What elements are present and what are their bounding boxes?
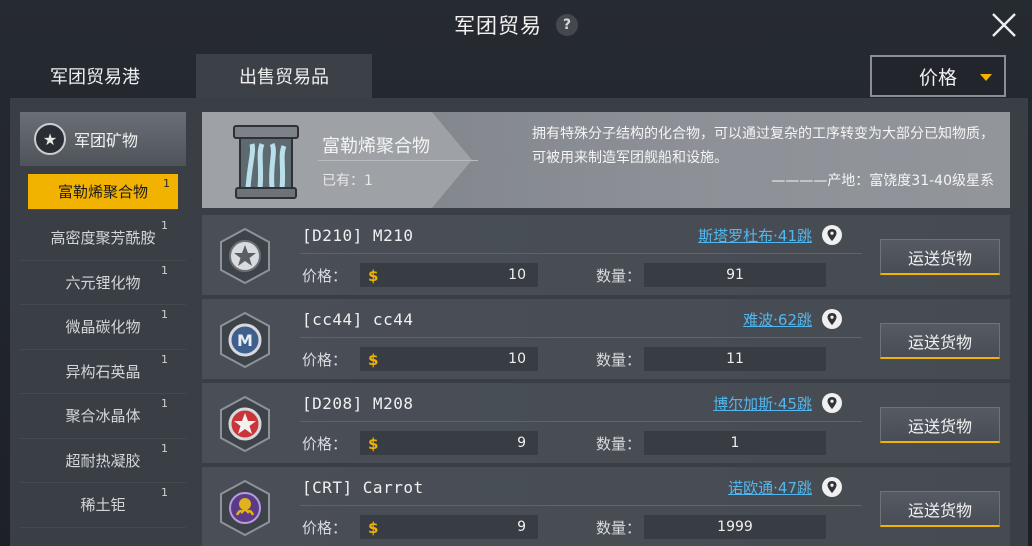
location-pin-icon[interactable] <box>822 393 842 413</box>
quantity-value: 1999 <box>644 515 826 539</box>
quantity-label: 数量： <box>596 519 642 537</box>
svg-text:M: M <box>237 331 253 350</box>
price-label: 价格： <box>302 351 348 369</box>
price-value: 10 <box>360 263 538 287</box>
sidebar-item[interactable]: 高密度聚芳酰胺 1 <box>20 216 186 261</box>
legion-name: [D210] M210 <box>302 226 414 245</box>
trade-list: [D210] M210 斯塔罗杜布·41跳 价格： 10 $ 数量： 91 运送… <box>202 215 1010 546</box>
coin-icon: $ <box>368 435 379 453</box>
sidebar-item-label: 异构石英晶 <box>65 362 141 381</box>
owned-count: 已有：1 <box>322 173 373 189</box>
sidebar-item-label: 富勒烯聚合物 <box>57 183 148 201</box>
legion-name: [D208] M208 <box>302 394 414 413</box>
sidebar: ★ 军团矿物 富勒烯聚合物 1 高密度聚芳酰胺 1 六元锂化物 1 微晶碳化物 … <box>20 112 186 546</box>
trade-row: [D210] M210 斯塔罗杜布·41跳 价格： 10 $ 数量： 91 运送… <box>202 215 1010 295</box>
ship-goods-button[interactable]: 运送货物 <box>880 407 1000 443</box>
header: 军团贸易 ? <box>0 0 1032 50</box>
sort-dropdown[interactable]: 价格 <box>870 55 1006 97</box>
sidebar-item[interactable]: 六元锂化物 1 <box>20 261 186 305</box>
sidebar-item-count: 1 <box>161 352 168 366</box>
sort-label: 价格 <box>918 66 957 89</box>
trade-row: M [cc44] cc44 难波·62跳 价格： 10 $ 数量： 11 运送货… <box>202 299 1010 379</box>
price-label: 价格： <box>302 267 348 285</box>
price-label: 价格： <box>302 435 348 453</box>
sidebar-item-label: 六元锂化物 <box>65 273 141 292</box>
coin-icon: $ <box>368 267 379 285</box>
fullerene-canister-icon <box>233 125 299 199</box>
quantity-label: 数量： <box>596 435 642 453</box>
sidebar-item-label: 稀土钜 <box>80 496 126 515</box>
sidebar-item[interactable]: 超耐热凝胶 1 <box>20 439 186 483</box>
coin-icon: $ <box>368 519 379 537</box>
sidebar-item-label: 微晶碳化物 <box>65 318 141 337</box>
item-list: 富勒烯聚合物 1 高密度聚芳酰胺 1 六元锂化物 1 微晶碳化物 1 异构石英晶… <box>20 168 186 528</box>
quantity-value: 1 <box>644 431 826 455</box>
legion-emblem-red-star-icon <box>220 395 270 453</box>
route-link[interactable]: 博尔加斯·45跳 <box>713 393 812 414</box>
price-label: 价格： <box>302 519 348 537</box>
sidebar-item[interactable]: 稀土钜 1 <box>20 483 186 528</box>
quantity-value: 11 <box>644 347 826 371</box>
page-title: 军团贸易 <box>454 14 542 38</box>
sidebar-item-count: 1 <box>161 397 168 410</box>
category-header[interactable]: ★ 军团矿物 <box>20 112 186 166</box>
sidebar-item-label: 超耐热凝胶 <box>65 451 141 470</box>
sidebar-item-count: 1 <box>161 219 168 232</box>
route-link[interactable]: 难波·62跳 <box>743 309 812 330</box>
dropdown-arrow-icon <box>980 74 992 81</box>
sidebar-item-count: 1 <box>163 177 170 190</box>
sidebar-item[interactable]: 微晶碳化物 1 <box>20 305 186 350</box>
sidebar-item-count: 1 <box>161 308 168 321</box>
legion-emblem-m-icon: M <box>220 311 270 369</box>
legion-name: [CRT] Carrot <box>302 478 424 497</box>
help-icon[interactable]: ? <box>556 14 578 36</box>
star-icon: ★ <box>34 123 66 155</box>
quantity-value: 91 <box>644 263 826 287</box>
item-description: 拥有特殊分子结构的化合物，可以通过复杂的工序转变为大部分已知物质，可被用来制造军… <box>532 126 994 166</box>
trade-row: [D208] M208 博尔加斯·45跳 价格： 9 $ 数量： 1 运送货物 <box>202 383 1010 463</box>
legion-name: [cc44] cc44 <box>302 310 414 329</box>
sidebar-item-count: 1 <box>161 441 168 455</box>
sidebar-item-label: 聚合冰晶体 <box>65 407 141 426</box>
ship-goods-button[interactable]: 运送货物 <box>880 239 1000 275</box>
scrollbar[interactable] <box>1014 215 1018 535</box>
item-origin: ————产地：富饶度31-40级星系 <box>771 173 994 189</box>
price-value: 9 <box>360 431 538 455</box>
close-icon[interactable] <box>988 9 1020 41</box>
sidebar-item[interactable]: 异构石英晶 1 <box>20 350 186 394</box>
coin-icon: $ <box>368 351 379 369</box>
tab-legion-port[interactable]: 军团贸易港 <box>0 54 190 98</box>
sidebar-item[interactable]: 富勒烯聚合物 1 <box>28 174 178 210</box>
item-name: 富勒烯聚合物 <box>322 136 430 157</box>
quantity-label: 数量： <box>596 351 642 369</box>
item-info-banner: 富勒烯聚合物 已有：1 拥有特殊分子结构的化合物，可以通过复杂的工序转变为大部分… <box>202 112 1010 208</box>
location-pin-icon[interactable] <box>822 309 842 329</box>
category-label: 军团矿物 <box>74 131 139 150</box>
sidebar-item-count: 1 <box>161 263 168 277</box>
sidebar-item-label: 高密度聚芳酰胺 <box>50 229 156 248</box>
tab-sell-goods[interactable]: 出售贸易品 <box>196 54 372 98</box>
price-value: 10 <box>360 347 538 371</box>
sidebar-item-count: 1 <box>161 486 168 499</box>
location-pin-icon[interactable] <box>822 477 842 497</box>
trade-row: [CRT] Carrot 诺欧通·47跳 价格： 9 $ 数量： 1999 运送… <box>202 467 1010 546</box>
route-link[interactable]: 诺欧通·47跳 <box>728 477 812 498</box>
ship-goods-button[interactable]: 运送货物 <box>880 491 1000 527</box>
sidebar-item[interactable]: 聚合冰晶体 1 <box>20 394 186 439</box>
legion-emblem-octopus-icon <box>220 479 270 537</box>
tab-bar: 军团贸易港 出售贸易品 <box>0 54 372 98</box>
ship-goods-button[interactable]: 运送货物 <box>880 323 1000 359</box>
price-value: 9 <box>360 515 538 539</box>
location-pin-icon[interactable] <box>822 225 842 245</box>
quantity-label: 数量： <box>596 267 642 285</box>
legion-emblem-star-icon <box>220 227 270 285</box>
route-link[interactable]: 斯塔罗杜布·41跳 <box>698 225 812 246</box>
